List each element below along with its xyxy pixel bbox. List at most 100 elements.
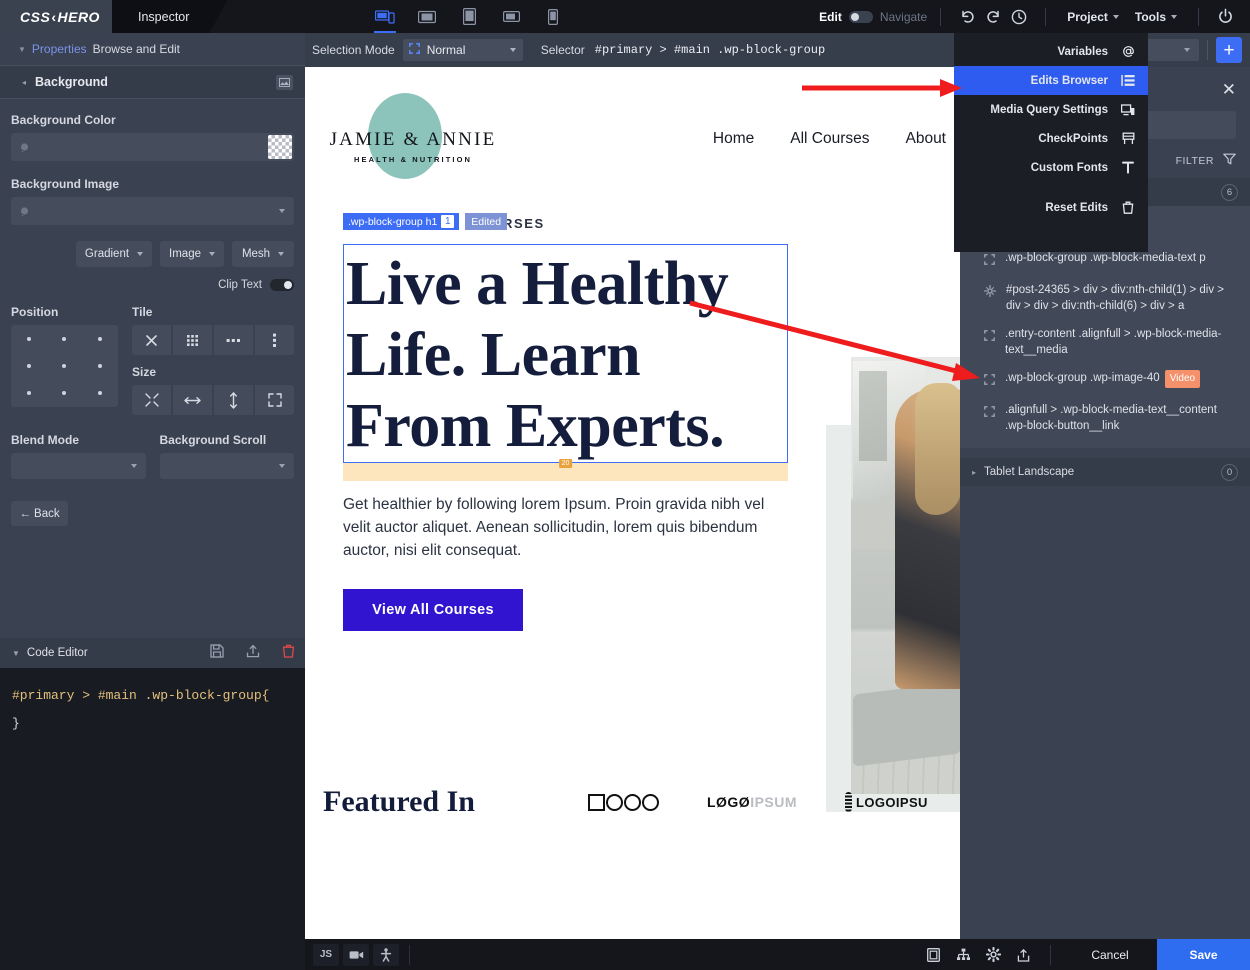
list-item[interactable]: .entry-content .alignfull > .wp-block-me… (960, 320, 1250, 364)
position-grid[interactable] (11, 325, 118, 407)
hierarchy-icon[interactable] (948, 942, 978, 968)
redo-icon[interactable] (980, 4, 1006, 30)
js-button-label: JS (319, 949, 333, 960)
blend-mode-select[interactable] (11, 453, 146, 479)
position-cell-center[interactable] (47, 352, 83, 379)
feather-icon (845, 792, 853, 812)
margin-indicator-bar: 20 (343, 459, 788, 481)
background-preview-icon[interactable] (276, 74, 293, 90)
size-height-icon[interactable] (214, 385, 253, 415)
repeat-x-icon[interactable] (214, 325, 253, 355)
save-icon[interactable] (210, 643, 224, 663)
accessibility-icon[interactable] (373, 943, 399, 966)
cancel-button[interactable]: Cancel (1063, 939, 1157, 970)
project-menu-button[interactable]: Project (1059, 10, 1127, 24)
website-preview-iframe[interactable]: JAMIE & ANNIE HEALTH & NUTRITION Home Al… (305, 67, 960, 939)
back-button[interactable]: ← Back (11, 501, 68, 526)
image-button[interactable]: Image (160, 241, 224, 267)
properties-header[interactable]: ▼ Properties Browse and Edit (0, 33, 305, 65)
selected-h1-outline[interactable]: Live a Healthy Life. Learn From Experts. (343, 244, 788, 463)
size-label: Size (132, 365, 157, 379)
tablet-landscape-group[interactable]: ▸ Tablet Landscape 0 (960, 458, 1250, 486)
trash-icon[interactable] (282, 644, 295, 663)
tablet-portrait-icon[interactable] (456, 0, 482, 33)
nav-link-home[interactable]: Home (713, 130, 754, 148)
trash-icon (1120, 201, 1136, 214)
clip-text-toggle[interactable] (270, 279, 294, 291)
position-cell-top-right[interactable] (82, 325, 118, 352)
add-edit-button[interactable]: + (1216, 37, 1242, 63)
list-item[interactable]: #post-24365 > div > div:nth-child(1) > d… (960, 276, 1250, 320)
history-clock-icon[interactable] (1006, 4, 1032, 30)
position-cell-top-center[interactable] (47, 325, 83, 352)
hero-media-image[interactable] (826, 357, 960, 812)
export-icon[interactable] (246, 644, 260, 663)
project-menu-label: Project (1067, 9, 1108, 24)
settings-gear-icon[interactable] (978, 942, 1008, 968)
position-cell-bottom-left[interactable] (11, 380, 47, 407)
clip-text-row[interactable]: Clip Text (11, 279, 294, 291)
selection-mode-select[interactable]: Normal (402, 39, 523, 61)
size-auto-icon[interactable] (132, 385, 171, 415)
repeat-both-icon[interactable] (173, 325, 212, 355)
size-cover-icon[interactable] (255, 385, 294, 415)
repeat-y-icon[interactable] (255, 325, 294, 355)
back-button-label: ← Back (19, 507, 60, 520)
export-upload-icon[interactable] (1008, 942, 1038, 968)
nav-link-about[interactable]: About (905, 130, 946, 148)
menu-item-reset-edits[interactable]: Reset Edits (954, 193, 1148, 222)
gradient-button[interactable]: Gradient (75, 241, 153, 267)
site-logo[interactable]: JAMIE & ANNIE HEALTH & NUTRITION (323, 93, 508, 185)
close-icon[interactable]: ✕ (1222, 81, 1236, 98)
save-button[interactable]: Save (1157, 939, 1250, 970)
size-width-icon[interactable] (173, 385, 212, 415)
menu-item-custom-fonts[interactable]: Custom Fonts (954, 153, 1148, 182)
position-cell-bottom-center[interactable] (47, 380, 83, 407)
position-cell-top-left[interactable] (11, 325, 47, 352)
edit-navigate-switch[interactable] (848, 10, 873, 23)
video-camera-icon[interactable] (343, 943, 369, 966)
background-image-input[interactable] (11, 197, 294, 225)
logo-ipsum-2: LØGØ IPSUM (707, 794, 797, 810)
menu-item-edits-browser[interactable]: Edits Browser (954, 66, 1148, 95)
tools-menu-button[interactable]: Tools (1127, 10, 1185, 24)
chevron-down-icon (1171, 14, 1177, 19)
menu-item-variables[interactable]: Variables (954, 37, 1148, 66)
position-cell-mid-right[interactable] (82, 352, 118, 379)
undo-icon[interactable] (954, 4, 980, 30)
element-selection-badge[interactable]: .wp-block-group h1 1 Edited (343, 213, 508, 230)
background-scroll-select[interactable] (159, 453, 294, 479)
selection-mode-value: Normal (426, 43, 466, 57)
crop-icon (984, 250, 995, 270)
device-frame-icon[interactable] (918, 942, 948, 968)
position-label: Position (11, 305, 59, 319)
nav-link-all-courses[interactable]: All Courses (790, 130, 869, 148)
view-all-courses-button[interactable]: View All Courses (343, 589, 523, 631)
background-color-input[interactable] (11, 133, 294, 161)
brand-tagline: HEALTH & NUTRITION (353, 155, 473, 164)
mobile-landscape-icon[interactable] (498, 0, 524, 33)
device-preview-switcher (372, 0, 566, 33)
list-item[interactable]: .alignfull > .wp-block-media-text__conte… (960, 396, 1250, 440)
edit-navigate-toggle[interactable]: Edit Navigate (819, 10, 927, 24)
power-icon[interactable] (1212, 4, 1238, 30)
menu-item-media-query-settings[interactable]: Media Query Settings (954, 95, 1148, 124)
mesh-button[interactable]: Mesh (232, 241, 294, 267)
background-section-header[interactable]: ◂ Background (0, 65, 305, 99)
logo-text-block: JAMIE & ANNIE HEALTH & NUTRITION (323, 129, 503, 164)
no-repeat-icon[interactable] (132, 325, 171, 355)
desktop-laptop-icon[interactable] (372, 0, 398, 33)
tablet-landscape-icon[interactable] (414, 0, 440, 33)
list-item[interactable]: .wp-block-group .wp-image-40 Video (960, 364, 1250, 396)
tab-inspector[interactable]: Inspector (112, 0, 227, 33)
position-cell-bottom-right[interactable] (82, 380, 118, 407)
color-swatch-transparent[interactable] (268, 135, 292, 159)
chevron-down-icon (1112, 14, 1119, 19)
selector-value[interactable]: #primary > #main .wp-block-group (595, 43, 825, 57)
menu-item-checkpoints[interactable]: CheckPoints (954, 124, 1148, 153)
filter-icon[interactable] (1223, 153, 1236, 168)
position-cell-mid-left[interactable] (11, 352, 47, 379)
js-button[interactable]: JS (313, 943, 339, 966)
code-editor-body[interactable]: #primary > #main .wp-block-group{ } (0, 668, 305, 752)
mobile-portrait-icon[interactable] (540, 0, 566, 33)
